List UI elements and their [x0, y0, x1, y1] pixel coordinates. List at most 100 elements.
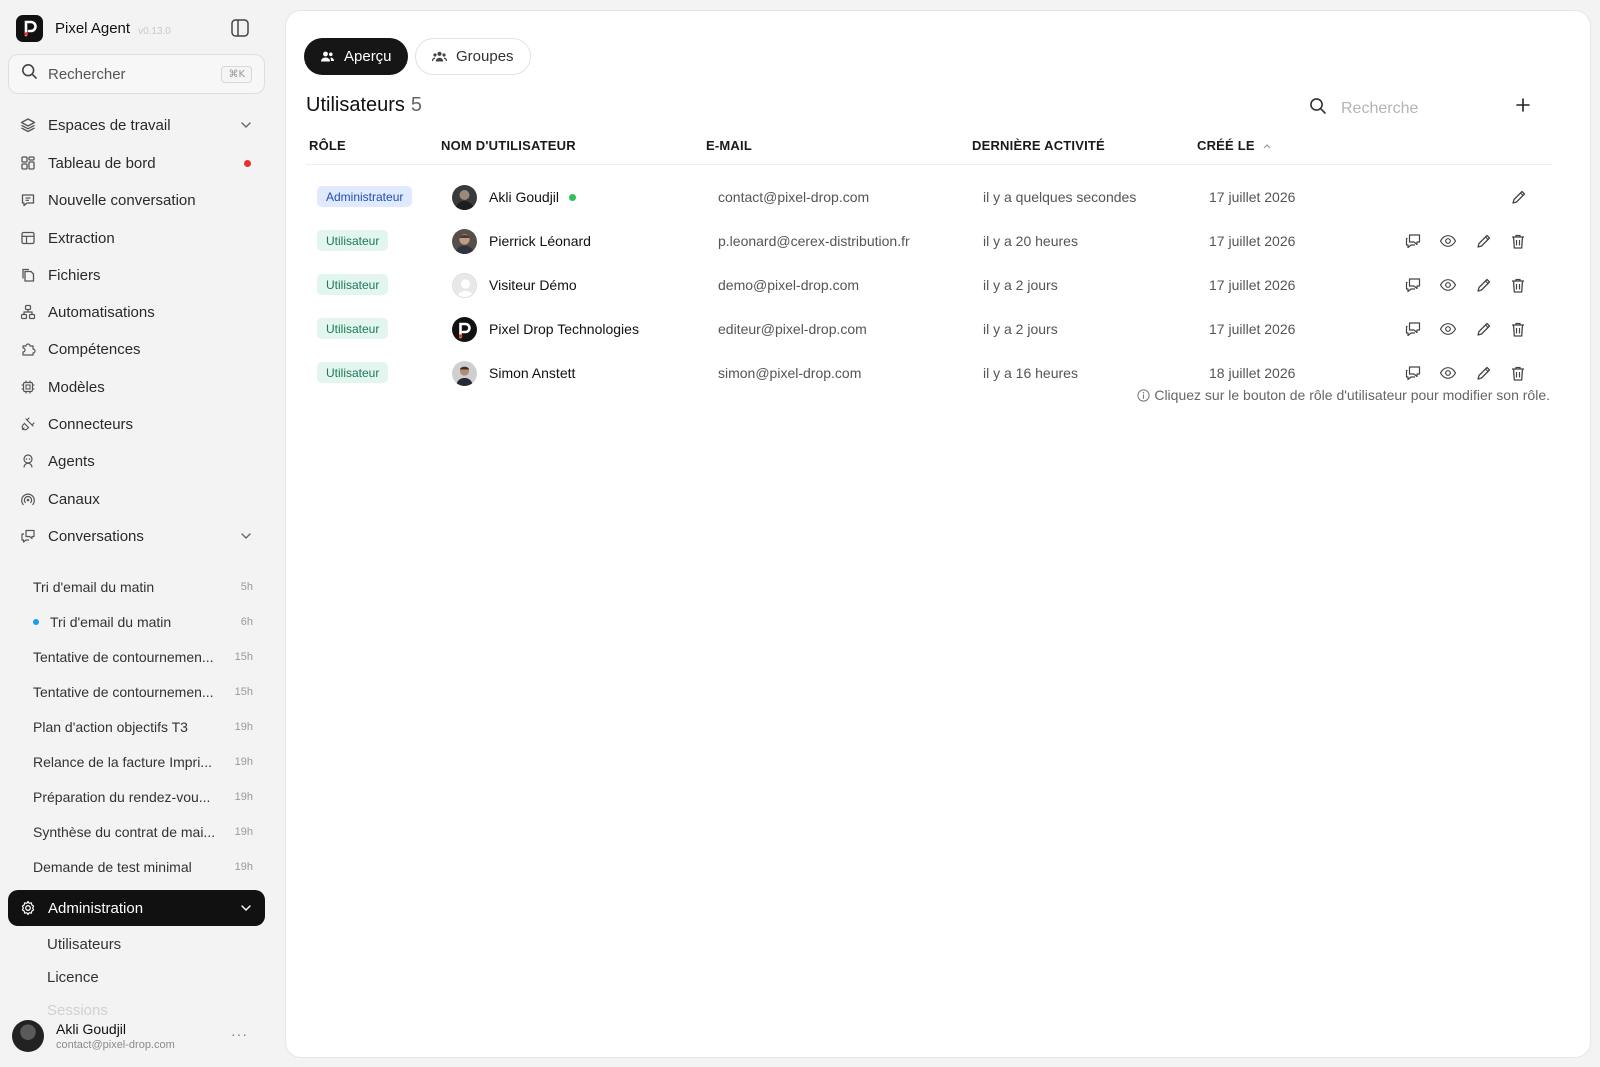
chevron-down-icon[interactable] — [239, 529, 253, 547]
avatar — [452, 273, 477, 298]
nav-connectors[interactable]: Connecteurs — [8, 406, 265, 442]
nav-workspaces[interactable]: Espaces de travail — [8, 107, 265, 143]
add-user-button[interactable] — [1513, 97, 1533, 117]
user-last-activity: il y a 2 jours — [983, 277, 1058, 293]
edit-pencil-icon[interactable] — [1473, 275, 1493, 295]
user-name: Simon Anstett — [489, 365, 576, 381]
column-header-role[interactable]: RÔLE — [309, 138, 346, 153]
nav-automations[interactable]: Automatisations — [8, 294, 265, 330]
conversation-item[interactable]: Tri d'email du matin 6h — [33, 607, 253, 637]
search-input[interactable] — [1341, 99, 1521, 118]
conversation-item[interactable]: Synthèse du contrat de mai... 19h — [33, 817, 253, 847]
impersonate-chat-icon[interactable] — [1403, 319, 1423, 339]
edit-pencil-icon[interactable] — [1473, 319, 1493, 339]
conversation-item[interactable]: Tri d'email du matin 5h — [33, 572, 253, 602]
avatar — [452, 185, 477, 210]
view-eye-icon[interactable] — [1438, 363, 1458, 383]
nav-label: Canaux — [48, 490, 100, 508]
nav-label: Administration — [48, 899, 144, 917]
dashboard-icon — [20, 155, 36, 171]
app-name: Pixel Agent — [55, 19, 131, 37]
trash-icon[interactable] — [1508, 319, 1528, 339]
conversation-item[interactable]: Plan d'action objectifs T3 19h — [33, 712, 253, 742]
nav-agents[interactable]: Agents — [8, 443, 265, 479]
user-email: contact@pixel-drop.com — [718, 189, 870, 205]
current-user-name: Akli Goudjil — [56, 1021, 127, 1037]
role-badge[interactable]: Utilisateur — [317, 318, 389, 339]
conversation-time: 19h — [234, 756, 253, 768]
tab-overview[interactable]: Aperçu — [304, 38, 408, 75]
nav-administration[interactable]: Administration — [8, 890, 265, 926]
trash-icon[interactable] — [1508, 231, 1528, 251]
edit-pencil-icon[interactable] — [1473, 363, 1493, 383]
table-search[interactable] — [1309, 97, 1521, 120]
admin-sub-users[interactable]: Utilisateurs — [47, 932, 121, 956]
view-eye-icon[interactable] — [1438, 319, 1458, 339]
role-badge[interactable]: Utilisateur — [317, 230, 389, 251]
sidebar-toggle-icon[interactable] — [229, 17, 251, 39]
conversations-icon — [20, 528, 36, 544]
search-icon — [1309, 97, 1327, 120]
edit-pencil-icon[interactable] — [1473, 231, 1493, 251]
conversation-item[interactable]: Relance de la facture Impri... 19h — [33, 747, 253, 777]
chat-plus-icon — [20, 192, 36, 208]
gear-icon — [20, 900, 36, 916]
role-badge[interactable]: Utilisateur — [317, 362, 389, 383]
nav-label: Conversations — [48, 527, 144, 545]
conversation-item[interactable]: Tentative de contournemen... 15h — [33, 677, 253, 707]
conversation-time: 19h — [234, 826, 253, 838]
tab-groups[interactable]: Groupes — [415, 38, 531, 75]
trash-icon[interactable] — [1508, 275, 1528, 295]
user-name-text: Akli Goudjil — [489, 189, 560, 205]
view-eye-icon[interactable] — [1438, 275, 1458, 295]
view-eye-icon[interactable] — [1438, 231, 1458, 251]
nav-conversations[interactable]: Conversations — [8, 518, 265, 554]
plug-icon — [20, 416, 36, 432]
role-badge[interactable]: Administrateur — [317, 186, 413, 207]
impersonate-chat-icon[interactable] — [1403, 231, 1423, 251]
conversation-time: 6h — [240, 616, 253, 628]
user-created: 17 juillet 2026 — [1209, 321, 1296, 337]
global-search[interactable]: Rechercher ⌘K — [8, 54, 265, 94]
nav-skills[interactable]: Compétences — [8, 331, 265, 367]
chevron-down-icon[interactable] — [239, 118, 253, 136]
nav-channels[interactable]: Canaux — [8, 481, 265, 517]
edit-pencil-icon[interactable] — [1508, 187, 1528, 207]
plus-icon — [1516, 97, 1530, 117]
column-header-created[interactable]: CRÉÉ LE — [1197, 138, 1271, 153]
conversation-item[interactable]: Tentative de contournemen... 15h — [33, 642, 253, 672]
more-options-icon[interactable]: ··· — [231, 1026, 248, 1042]
admin-sub-license[interactable]: Licence — [47, 965, 99, 989]
conversation-title: Demande de test minimal — [33, 859, 192, 875]
conversation-item[interactable]: Préparation du rendez-vou... 19h — [33, 782, 253, 812]
broadcast-icon — [20, 491, 36, 507]
column-header-email[interactable]: E-MAIL — [706, 138, 752, 153]
brand[interactable]: Pixel Agent v0.13.0 — [16, 14, 171, 42]
user-last-activity: il y a 16 heures — [983, 365, 1078, 381]
nav-models[interactable]: Modèles — [8, 369, 265, 405]
conversation-title: Préparation du rendez-vou... — [33, 789, 211, 805]
app-version: v0.13.0 — [138, 25, 171, 37]
conversation-time: 15h — [234, 686, 253, 698]
column-header-username[interactable]: NOM D'UTILISATEUR — [441, 138, 576, 153]
nav-dashboard[interactable]: Tableau de bord — [8, 145, 265, 181]
conversation-time: 19h — [234, 721, 253, 733]
user-email: demo@pixel-drop.com — [718, 277, 860, 293]
chevron-down-icon[interactable] — [239, 901, 253, 919]
column-header-last-activity[interactable]: DERNIÈRE ACTIVITÉ — [972, 138, 1105, 153]
header-divider — [306, 164, 1552, 165]
role-badge[interactable]: Utilisateur — [317, 274, 389, 295]
current-user[interactable]: Akli Goudjil contact@pixel-drop.com ··· — [12, 1018, 262, 1054]
tab-label: Aperçu — [344, 48, 392, 65]
conversation-title: Tri d'email du matin — [50, 614, 172, 630]
column-header-label: CRÉÉ LE — [1197, 138, 1255, 153]
nav-files[interactable]: Fichiers — [8, 257, 265, 293]
trash-icon[interactable] — [1508, 363, 1528, 383]
nav-new-conversation[interactable]: Nouvelle conversation — [8, 182, 265, 218]
user-created: 17 juillet 2026 — [1209, 189, 1296, 205]
nav-label: Connecteurs — [48, 415, 134, 433]
nav-extraction[interactable]: Extraction — [8, 220, 265, 256]
impersonate-chat-icon[interactable] — [1403, 275, 1423, 295]
impersonate-chat-icon[interactable] — [1403, 363, 1423, 383]
conversation-item[interactable]: Demande de test minimal 19h — [33, 852, 253, 882]
